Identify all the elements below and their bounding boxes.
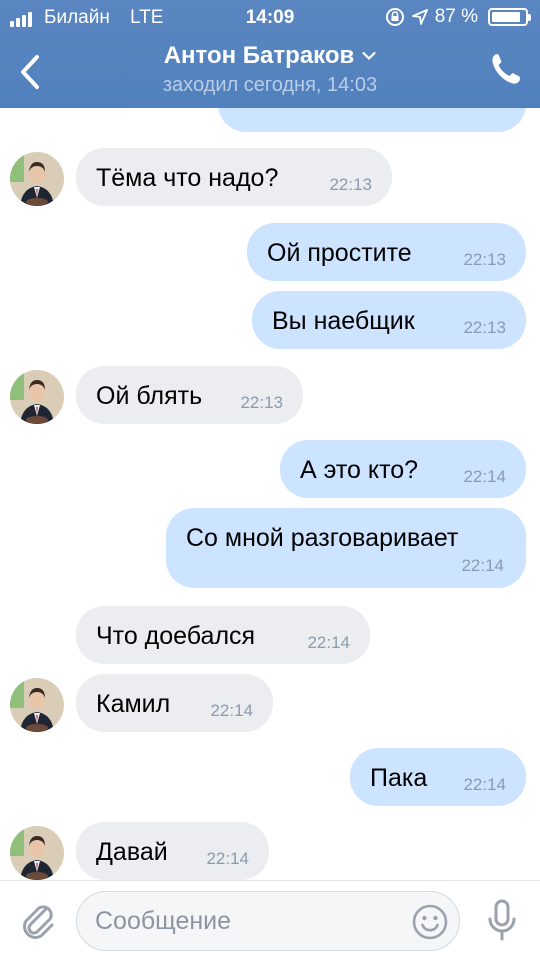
last-seen: заходил сегодня, 14:03 — [162, 74, 378, 96]
message-time: 22:13 — [240, 393, 283, 412]
incoming-message[interactable]: Тёма что надо? 22:13 — [76, 148, 392, 206]
voice-message-button[interactable] — [486, 899, 518, 948]
contact-name: Антон Батраков — [163, 42, 355, 69]
message-text: Ой блять — [96, 382, 203, 410]
message-time: 22:14 — [210, 701, 253, 720]
back-button[interactable] — [10, 48, 50, 96]
message-time: 22:14 — [307, 633, 350, 652]
status-bar: Билайн LTE 14:09 87 % — [0, 0, 540, 36]
contact-avatar[interactable] — [10, 826, 64, 880]
message-text: А это кто? — [300, 456, 419, 484]
message-text: Камил — [96, 690, 171, 718]
chevron-down-icon — [362, 51, 376, 61]
message-time: 22:14 — [463, 775, 506, 794]
outgoing-message[interactable]: Куплю аккаунт22:13 — [218, 108, 526, 132]
incoming-message[interactable]: Что доебался 22:14 — [76, 606, 370, 664]
message-input[interactable] — [95, 892, 395, 950]
call-button[interactable] — [490, 52, 522, 91]
outgoing-message[interactable]: Вы наебщик 22:13 — [252, 291, 526, 349]
outgoing-message[interactable]: Со мной разговаривает 22:14 — [166, 508, 526, 588]
message-text: Ой простите — [267, 239, 412, 267]
paperclip-icon — [23, 905, 54, 939]
outgoing-message[interactable]: А это кто? 22:14 — [280, 440, 526, 498]
smile-icon — [412, 904, 448, 940]
message-time: 22:13 — [463, 318, 506, 337]
message-text: Давай — [96, 838, 168, 866]
outgoing-message[interactable]: Ой простите 22:13 — [247, 223, 526, 281]
message-time: 22:14 — [463, 467, 506, 486]
outgoing-message[interactable]: Пака 22:14 — [350, 748, 526, 806]
incoming-message[interactable]: Ой блять 22:13 — [76, 366, 303, 424]
emoji-button[interactable] — [411, 903, 449, 946]
message-text: Вы наебщик — [272, 307, 415, 335]
chevron-left-icon — [21, 55, 39, 89]
contact-avatar[interactable] — [10, 152, 64, 206]
message-time: 22:13 — [463, 250, 506, 269]
contact-avatar[interactable] — [10, 370, 64, 424]
microphone-icon — [488, 899, 516, 941]
battery-percent: 87 % — [434, 6, 478, 27]
contact-title[interactable]: Антон Батраков — [164, 42, 377, 70]
rotation-lock-icon — [385, 8, 404, 26]
composer — [0, 880, 540, 960]
message-time: 22:14 — [461, 556, 504, 575]
incoming-message[interactable]: Давай 22:14 — [76, 822, 269, 880]
status-right: 87 % — [385, 6, 531, 28]
top-bar: Билайн LTE 14:09 87 % Антон Батраков зах… — [0, 0, 540, 108]
location-arrow-icon — [411, 9, 428, 25]
contact-avatar[interactable] — [10, 678, 64, 732]
message-text: Тёма что надо? — [96, 164, 279, 192]
attach-button[interactable] — [18, 899, 58, 948]
incoming-message[interactable]: Камил 22:14 — [76, 674, 273, 732]
message-list[interactable]: Куплю аккаунт22:13Тёма что надо?22:13Ой … — [0, 108, 540, 880]
chat-header[interactable]: Антон Батраков заходил сегодня, 14:03 — [100, 42, 440, 97]
message-time: 22:13 — [329, 175, 372, 194]
message-text: Со мной разговаривает — [186, 524, 459, 552]
message-input-box[interactable] — [76, 891, 460, 951]
battery-icon — [488, 8, 531, 26]
message-time: 22:14 — [206, 849, 249, 868]
message-text: Что доебался — [96, 622, 256, 650]
message-text: Пака — [370, 764, 428, 792]
phone-icon — [492, 54, 520, 84]
